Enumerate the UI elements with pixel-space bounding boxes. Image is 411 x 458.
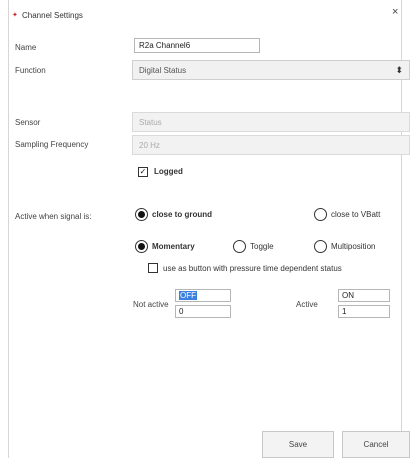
- close-to-vbatt-label: close to VBatt: [331, 210, 381, 219]
- close-icon[interactable]: ×: [392, 6, 398, 18]
- radio-toggle[interactable]: Toggle: [233, 240, 274, 253]
- radio-close-to-ground[interactable]: close to ground: [135, 208, 212, 221]
- save-button[interactable]: Save: [262, 431, 334, 458]
- sampling-frequency-select: 20 Hz: [132, 135, 410, 155]
- active-label: Active: [296, 300, 318, 309]
- window-title: Channel Settings: [22, 11, 83, 20]
- pressure-time-label: use as button with pressure time depende…: [163, 264, 342, 273]
- name-label: Name: [15, 43, 37, 52]
- radio-momentary[interactable]: Momentary: [135, 240, 195, 253]
- radio-button-icon: [314, 240, 327, 253]
- active-when-label: Active when signal is:: [15, 212, 92, 221]
- radio-button-icon: [233, 240, 246, 253]
- pressure-time-checkbox[interactable]: [148, 263, 158, 273]
- cancel-button[interactable]: Cancel: [342, 431, 410, 458]
- sensor-select: Status: [132, 112, 410, 132]
- logged-checkbox[interactable]: ✓: [138, 167, 148, 177]
- dropdown-arrow-icon: ⬍: [395, 65, 403, 75]
- radio-multiposition[interactable]: Multiposition: [314, 240, 375, 253]
- sensor-label: Sensor: [15, 118, 41, 127]
- app-icon: ✦: [12, 12, 18, 19]
- toggle-label: Toggle: [250, 242, 274, 251]
- logged-label: Logged: [154, 167, 183, 176]
- active-value-field[interactable]: 1: [338, 305, 390, 318]
- not-active-text-field[interactable]: OFF: [175, 289, 231, 302]
- not-active-text-selection: OFF: [179, 291, 197, 300]
- momentary-label: Momentary: [152, 242, 195, 251]
- radio-button-icon: [314, 208, 327, 221]
- multiposition-label: Multiposition: [331, 242, 376, 251]
- function-select[interactable]: Digital Status ⬍: [132, 60, 410, 80]
- name-field[interactable]: R2a Channel6: [134, 38, 260, 53]
- active-text-field[interactable]: ON: [338, 289, 390, 302]
- close-to-ground-label: close to ground: [152, 210, 212, 219]
- not-active-value-field[interactable]: 0: [175, 305, 231, 318]
- radio-button-icon: [135, 208, 148, 221]
- title-bar: ✦ Channel Settings: [10, 10, 400, 26]
- function-select-value: Digital Status: [139, 66, 187, 75]
- function-label: Function: [15, 66, 46, 75]
- radio-button-icon: [135, 240, 148, 253]
- not-active-label: Not active: [133, 300, 169, 309]
- sampling-frequency-label: Sampling Frequency: [15, 140, 89, 149]
- radio-close-to-vbatt[interactable]: close to VBatt: [314, 208, 380, 221]
